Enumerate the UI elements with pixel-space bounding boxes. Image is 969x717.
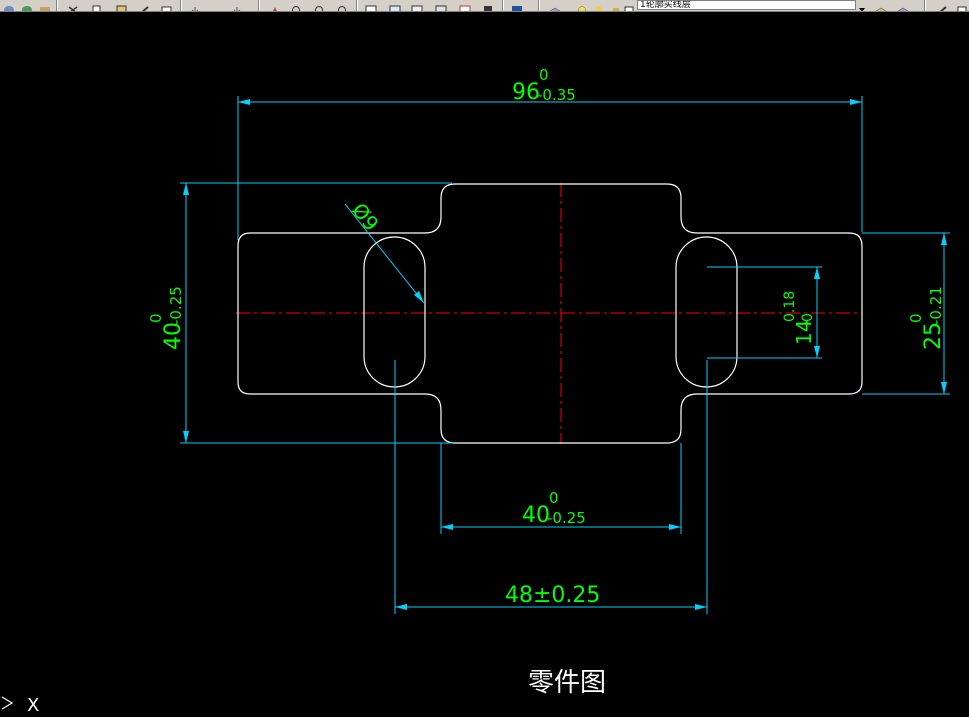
- centerlines: [236, 183, 862, 444]
- match-properties-icon[interactable]: [138, 0, 152, 11]
- toolbar-separator: [502, 0, 504, 11]
- undo-icon[interactable]: [188, 0, 202, 11]
- drawing-canvas[interactable]: 96 0 -0.35 40 0 -0.25 40 0 -0.25 48±0.25…: [0, 11, 969, 716]
- copy-icon[interactable]: [90, 0, 104, 11]
- dim-overall-width-nominal: 96: [512, 80, 540, 105]
- dim-side-height-nominal: 25: [921, 322, 946, 350]
- layer-lock-icon[interactable]: [609, 0, 623, 11]
- dim-height-upper: 0: [147, 313, 165, 323]
- dimension-arrows: [183, 99, 947, 610]
- ucs-icon: X: [1, 695, 39, 716]
- dimension-texts: 96 0 -0.35 40 0 -0.25 40 0 -0.25 48±0.25…: [147, 66, 946, 608]
- redo-icon[interactable]: [230, 0, 244, 11]
- dim-side-height-upper: 0: [907, 313, 925, 323]
- markup-icon[interactable]: [458, 0, 472, 11]
- color-control-icon[interactable]: [936, 0, 950, 11]
- drawing-title: 零件图: [528, 668, 606, 698]
- toolbar-separator: [258, 0, 260, 11]
- toolbar-separator: [924, 0, 926, 11]
- design-center-icon[interactable]: [388, 0, 402, 11]
- sheet-set-icon[interactable]: [434, 0, 448, 11]
- dim-height-lower: -0.25: [167, 286, 185, 325]
- dim-slot-length-upper: 0.18: [782, 291, 798, 322]
- shade-icon[interactable]: [20, 0, 34, 11]
- tool-palettes-icon[interactable]: [410, 0, 424, 11]
- layer-previous-icon[interactable]: [896, 0, 910, 11]
- dim-slot-spacing: 48±0.25: [505, 583, 600, 608]
- dim-side-height-lower: -0.21: [927, 286, 945, 325]
- dim-height-nominal: 40: [161, 322, 186, 350]
- make-object-layer-current-icon[interactable]: [874, 0, 888, 11]
- ucs-x-axis-label: X: [27, 695, 39, 713]
- render-icon[interactable]: [38, 0, 52, 11]
- cut-icon[interactable]: [66, 0, 80, 11]
- dim-slot-width: Ø9: [347, 198, 383, 235]
- pan-icon[interactable]: [268, 0, 282, 11]
- toolbar-separator: [356, 0, 358, 11]
- dim-center-width-upper: 0: [549, 489, 559, 507]
- dim-slot-length-lower: 0: [800, 313, 816, 322]
- toolbar-separator: [538, 0, 540, 11]
- zoom-previous-icon[interactable]: [336, 0, 350, 11]
- toolbar-separator: [56, 0, 58, 11]
- layer-manager-icon[interactable]: [548, 0, 562, 11]
- dim-center-width-lower: -0.25: [547, 509, 586, 527]
- paste-icon[interactable]: [115, 0, 129, 11]
- layer-visibility-icon[interactable]: [575, 0, 589, 11]
- toolbar-separator: [180, 0, 182, 11]
- dim-overall-width-lower: -0.35: [537, 86, 576, 104]
- layer-color-icon[interactable]: [622, 0, 636, 11]
- help-icon[interactable]: [510, 0, 524, 11]
- 3d-orbit-icon[interactable]: [2, 0, 16, 11]
- zoom-realtime-icon[interactable]: [290, 0, 304, 11]
- layer-dropdown[interactable]: 1轮廓实线层: [637, 0, 867, 10]
- block-editor-icon[interactable]: [160, 0, 174, 11]
- zoom-window-icon[interactable]: [313, 0, 327, 11]
- linetype-control-icon[interactable]: [955, 0, 969, 11]
- calculator-icon[interactable]: [481, 0, 495, 11]
- chevron-down-icon[interactable]: [855, 0, 868, 11]
- dimension-lines: [180, 96, 950, 614]
- dim-overall-width-upper: 0: [539, 66, 549, 84]
- dim-center-width-nominal: 40: [522, 503, 550, 528]
- dim-slot-length-nominal: 14: [792, 320, 816, 345]
- properties-icon[interactable]: [364, 0, 378, 11]
- layer-freeze-icon[interactable]: [592, 0, 606, 11]
